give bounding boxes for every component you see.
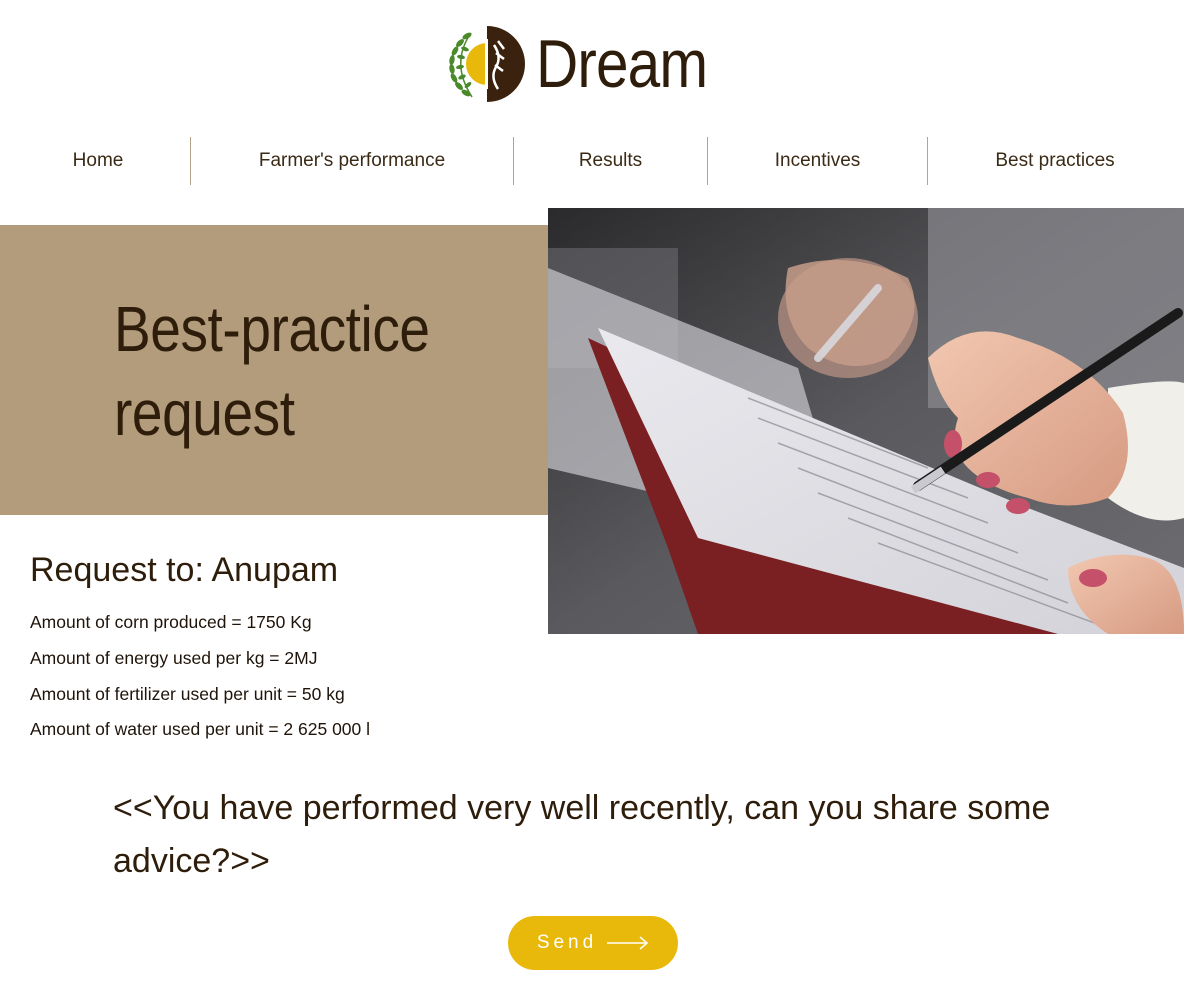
arrow-right-icon xyxy=(607,936,649,950)
metric-energy-used: Amount of energy used per kg = 2MJ xyxy=(30,648,318,668)
metric-fertilizer-used: Amount of fertilizer used per unit = 50 … xyxy=(30,684,345,704)
main-nav: Home Farmer's performance Results Incent… xyxy=(0,137,1184,185)
nav-item-home[interactable]: Home xyxy=(30,137,166,185)
nav-item-results[interactable]: Results xyxy=(514,137,707,185)
request-heading: Request to: Anupam xyxy=(30,551,339,589)
wheat-leaf-logo-icon xyxy=(449,26,525,102)
send-button-label: Send xyxy=(536,932,598,953)
send-button[interactable]: Send xyxy=(508,916,678,970)
nav-item-incentives[interactable]: Incentives xyxy=(708,137,927,185)
hand-writing-document-photo xyxy=(548,208,1184,634)
brand-name: Dream xyxy=(536,26,708,102)
metric-water-used: Amount of water used per unit = 2 625 00… xyxy=(30,719,371,739)
nav-item-farmers-performance[interactable]: Farmer's performance xyxy=(191,137,513,185)
brand-logo[interactable]: Dream xyxy=(446,22,735,106)
photo-illustration xyxy=(548,208,1184,634)
page-title: Best-practice request xyxy=(114,293,430,449)
hero-title-block: Best-practice request xyxy=(0,225,548,515)
nav-item-best-practices[interactable]: Best practices xyxy=(928,137,1182,185)
request-message: <<You have performed very well recently,… xyxy=(113,789,1051,880)
metric-corn-produced: Amount of corn produced = 1750 Kg xyxy=(30,612,312,632)
